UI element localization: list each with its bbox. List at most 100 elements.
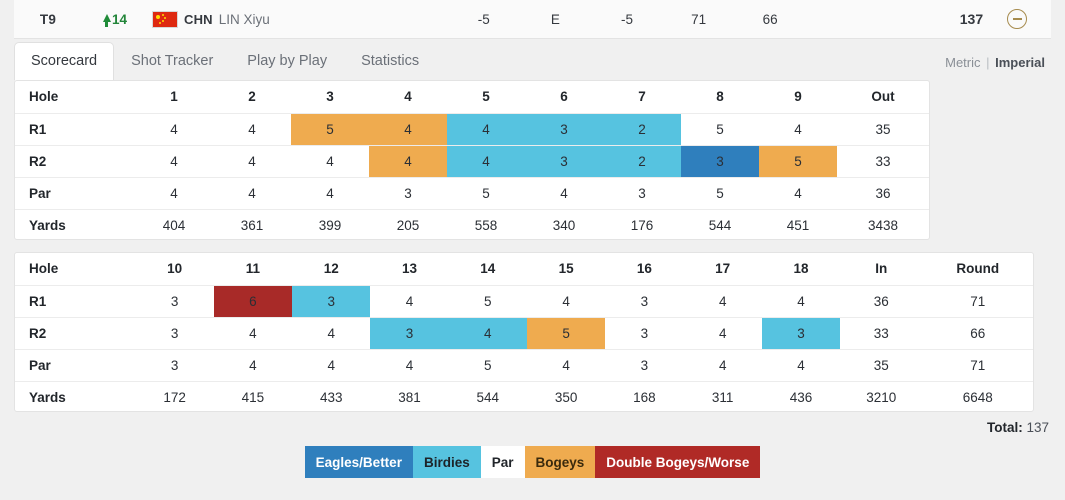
score-cell: 4 — [135, 113, 213, 146]
score-cell: 433 — [319, 389, 343, 405]
tab-shot-tracker[interactable]: Shot Tracker — [114, 42, 230, 81]
score-cell: 4 — [292, 349, 371, 382]
header-hole: 13 — [370, 253, 449, 286]
player-position: T9 — [39, 11, 57, 27]
header-hole: 17 — [683, 253, 762, 286]
header-hole: Round — [922, 253, 1033, 286]
score-cell: 176 — [630, 217, 654, 233]
header-hole: 4 — [369, 81, 447, 114]
table-header-row: Hole 1 2 3 4 5 6 7 8 9 Out — [15, 81, 929, 114]
score-cell: 436 — [789, 389, 813, 405]
score-cell: 4 — [213, 113, 291, 146]
score-cell: 3 — [605, 349, 684, 382]
score-cell: 558 — [474, 217, 498, 233]
row-label: R1 — [15, 285, 136, 318]
table-row: Yards 404 361 399 205 558 340 176 544 451 3438 — [15, 209, 929, 241]
legend-items: Eagles/Better Birdies Par Bogeys Double Boge… — [304, 446, 761, 478]
score-cell: 4 — [759, 113, 837, 146]
collapse-row-button[interactable] — [983, 9, 1051, 29]
player-country: CHN — [184, 11, 213, 27]
player-round-1: 71 — [691, 11, 707, 27]
player-today-to-par: E — [550, 11, 560, 27]
front-nine-card: Hole 1 2 3 4 5 6 7 8 9 Out R1 4 4 5 4 4 3 2 5 4 35 R2 4 4 4 4 4 3 2 3 5… — [14, 80, 930, 240]
score-cell: 4 — [759, 177, 837, 210]
score-cell: 168 — [633, 389, 656, 405]
units-toggle[interactable]: Metric | Imperial — [945, 55, 1051, 80]
score-cell: 350 — [554, 389, 578, 405]
header-hole: 8 — [681, 81, 759, 114]
row-round-total: 6648 — [962, 389, 993, 405]
movement-value: 14 — [111, 11, 127, 27]
header-hole: 11 — [213, 253, 293, 286]
units-separator: | — [986, 55, 990, 70]
units-metric[interactable]: Metric — [945, 55, 980, 70]
legend-item-birdie: Birdies — [412, 446, 481, 478]
score-cell: 4 — [135, 145, 213, 178]
score-cell: 2 — [603, 113, 681, 146]
score-cell: 4 — [525, 177, 603, 210]
table-header-row: Hole 10 11 12 13 14 15 16 17 18 In Round — [15, 253, 1033, 286]
row-round-total: 66 — [922, 317, 1033, 350]
row-label: Par — [15, 177, 135, 210]
row-label: Yards — [29, 217, 66, 233]
row-total: 36 — [837, 177, 929, 210]
score-cell: 4 — [447, 113, 525, 146]
header-hole: 3 — [291, 81, 369, 114]
header-hole: 14 — [448, 253, 527, 286]
row-total: 33 — [837, 145, 929, 178]
row-total: 35 — [837, 113, 929, 146]
score-cell: 4 — [683, 285, 762, 318]
score-cell: 4 — [369, 145, 447, 178]
total-value: 137 — [1026, 420, 1049, 435]
header-label: Hole — [15, 253, 136, 286]
header-hole: 18 — [761, 253, 841, 286]
score-cell: 5 — [681, 177, 759, 210]
score-cell: 4 — [370, 285, 449, 318]
total-label: Total: — [986, 420, 1023, 435]
legend-item-eagle: Eagles/Better — [304, 446, 413, 478]
score-cell: 404 — [162, 217, 186, 233]
tab-play-by-play[interactable]: Play by Play — [230, 42, 344, 81]
header-hole: 2 — [213, 81, 291, 114]
tab-list: Scorecard Shot Tracker Play by Play Statist… — [14, 41, 436, 81]
score-cell: 4 — [683, 349, 762, 382]
tab-bar: Scorecard Shot Tracker Play by Play Statist… — [14, 41, 1051, 81]
tab-scorecard[interactable]: Scorecard — [14, 42, 115, 81]
row-total: 36 — [840, 285, 923, 318]
row-round-total: 71 — [922, 349, 1033, 382]
legend-item-bogey: Bogeys — [524, 446, 596, 478]
score-cell: 4 — [683, 317, 762, 350]
score-cell: 451 — [786, 217, 810, 233]
row-label: Par — [15, 349, 136, 382]
player-round-2: 66 — [762, 11, 778, 27]
player-identity[interactable]: CHN LIN Xiyu — [148, 10, 448, 28]
score-cell: 4 — [761, 349, 841, 382]
tab-statistics[interactable]: Statistics — [344, 42, 436, 81]
score-cell: 5 — [447, 177, 525, 210]
score-cell: 3 — [603, 177, 681, 210]
table-row: R2 4 4 4 4 4 3 2 3 5 33 — [15, 145, 929, 178]
score-cell: 3 — [605, 317, 684, 350]
score-cell: 6 — [213, 285, 293, 318]
score-cell: 3 — [369, 177, 447, 210]
score-cell: 4 — [292, 317, 371, 350]
score-cell: 4 — [526, 285, 606, 318]
table-row: R2 3 4 4 3 4 5 3 4 3 33 66 — [15, 317, 1033, 350]
score-cell: 205 — [396, 217, 420, 233]
player-summary-row[interactable]: T9 14 CHN LIN Xiyu -5 E -5 71 66 137 — [14, 0, 1051, 39]
score-cell: 361 — [240, 217, 264, 233]
table-row: R1 4 4 5 4 4 3 2 5 4 35 — [15, 113, 929, 146]
scorecard-panel: T9 14 CHN LIN Xiyu -5 E -5 71 66 137 Sco… — [0, 0, 1065, 500]
header-hole: 6 — [525, 81, 603, 114]
units-imperial[interactable]: Imperial — [995, 55, 1045, 70]
back-nine-table: Hole 10 11 12 13 14 15 16 17 18 In Round R1 3 6 3 4 5 4 3 4 4… — [15, 253, 1033, 413]
score-cell: 5 — [291, 113, 369, 146]
score-cell: 3 — [605, 285, 684, 318]
score-cell: 3 — [135, 285, 214, 318]
row-total: 3438 — [867, 217, 899, 233]
score-cell: 3 — [761, 317, 841, 350]
row-label: R2 — [15, 317, 136, 350]
player-thru-score: -5 — [620, 11, 633, 27]
row-total: 3210 — [866, 389, 897, 405]
score-cell: 3 — [681, 145, 759, 178]
